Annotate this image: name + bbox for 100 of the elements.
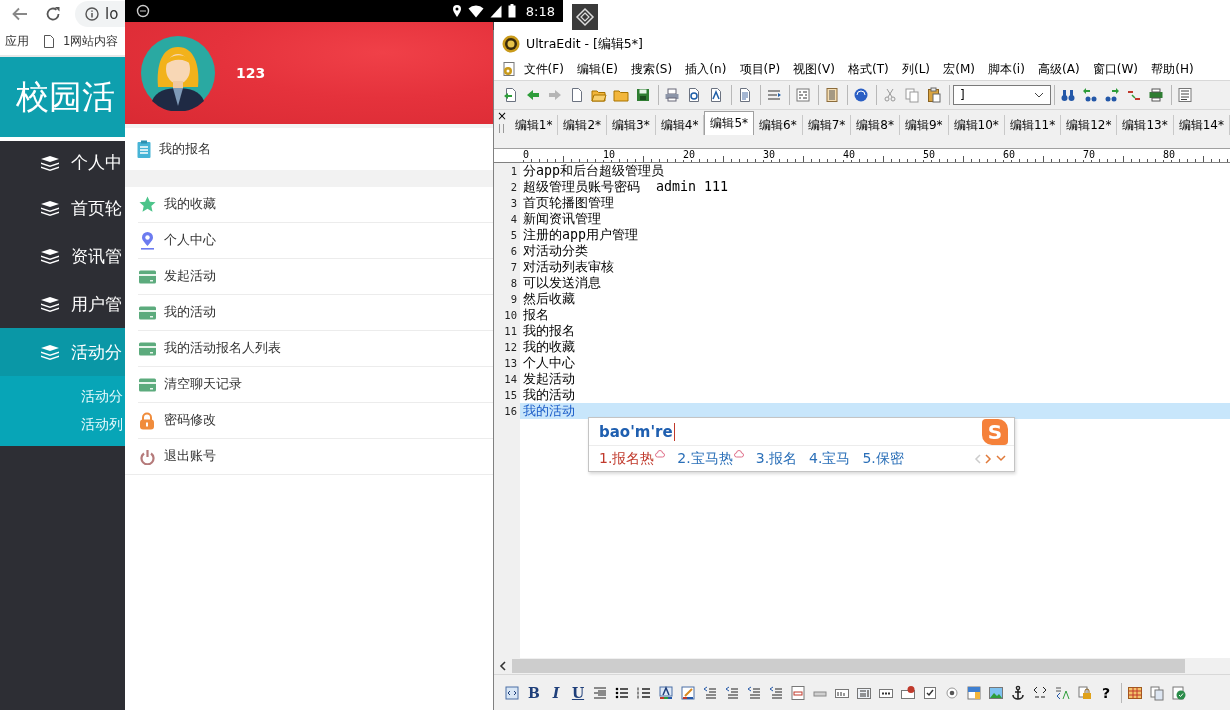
document-icon[interactable] bbox=[708, 87, 724, 103]
menu-item[interactable]: 我的活动 bbox=[164, 304, 216, 321]
line-number: 6 bbox=[510, 244, 517, 259]
menu-item[interactable]: 窗口(W) bbox=[1086, 60, 1145, 78]
pen-icon[interactable] bbox=[680, 684, 696, 701]
candidate[interactable]: 4.宝马 bbox=[809, 449, 851, 468]
panel-icon[interactable] bbox=[966, 684, 982, 701]
font-color-icon[interactable] bbox=[658, 684, 674, 701]
binoculars-arrow-icon[interactable] bbox=[1082, 87, 1098, 103]
back-icon[interactable] bbox=[12, 7, 28, 21]
code-line: 对活动分类 bbox=[523, 243, 588, 258]
candidate[interactable]: 5.保密 bbox=[862, 449, 904, 468]
power-icon bbox=[139, 448, 155, 465]
sidebar-item[interactable]: 首页轮 bbox=[0, 184, 125, 232]
help-button[interactable]: ? bbox=[1096, 681, 1116, 704]
lines-icon[interactable] bbox=[1177, 87, 1193, 103]
gear-document-icon[interactable] bbox=[501, 61, 517, 77]
document-magnifier-icon[interactable] bbox=[686, 87, 702, 103]
menu-item[interactable]: 高级(A) bbox=[1031, 60, 1087, 78]
chevron-down-icon[interactable] bbox=[1034, 92, 1044, 98]
document-icon[interactable] bbox=[737, 87, 753, 103]
reload-icon[interactable] bbox=[45, 6, 61, 22]
folder-icon[interactable] bbox=[591, 87, 607, 103]
cloud-icon bbox=[733, 449, 744, 458]
sidebar-item[interactable]: 个人中 bbox=[0, 141, 125, 184]
document-arrow-icon[interactable] bbox=[503, 87, 519, 103]
save-icon[interactable] bbox=[635, 87, 651, 103]
italic-button[interactable]: I bbox=[546, 681, 566, 704]
indent-icon[interactable] bbox=[768, 684, 784, 701]
radio-icon[interactable] bbox=[944, 684, 960, 701]
line-number: 15 bbox=[504, 388, 517, 403]
indent-icon[interactable] bbox=[724, 684, 740, 701]
bookmark[interactable]: 1网站内容 bbox=[63, 34, 119, 49]
menu-item[interactable]: 格式(T) bbox=[841, 60, 896, 78]
menu-item[interactable]: 视图(V) bbox=[786, 60, 842, 78]
lock-icon[interactable] bbox=[1076, 684, 1092, 701]
menu-item[interactable]: 帮助(H) bbox=[1144, 60, 1201, 78]
sidebar-item[interactable]: 用户管 bbox=[0, 280, 125, 328]
menu-item[interactable]: 列(L) bbox=[895, 60, 937, 78]
globe-icon[interactable] bbox=[853, 87, 869, 103]
underline-button[interactable]: U bbox=[568, 681, 588, 704]
address-field[interactable]: lo bbox=[75, 1, 125, 27]
menu-item[interactable]: 脚本(i) bbox=[981, 60, 1032, 78]
menu-item[interactable]: 清空聊天记录 bbox=[164, 376, 242, 393]
menu-item[interactable]: 我的活动报名人列表 bbox=[164, 340, 281, 357]
binoculars-icon[interactable] bbox=[1060, 87, 1076, 103]
clipboard-icon[interactable] bbox=[926, 87, 942, 103]
stack-icon bbox=[40, 344, 60, 360]
arrow-left-icon[interactable] bbox=[525, 87, 541, 103]
bookmark[interactable]: 应用 bbox=[5, 34, 29, 49]
window-title: UltraEdit - [编辑5*] bbox=[526, 35, 643, 53]
text-field-icon[interactable] bbox=[900, 684, 916, 701]
printer-icon[interactable] bbox=[664, 87, 680, 103]
chevron-right-icon[interactable] bbox=[985, 453, 992, 464]
notepad-icon[interactable] bbox=[824, 87, 840, 103]
stack-icon bbox=[40, 296, 60, 312]
close-button[interactable]: × bbox=[496, 110, 507, 122]
indent-icon[interactable] bbox=[592, 684, 608, 701]
indent-icon[interactable] bbox=[746, 684, 762, 701]
copy-icon[interactable] bbox=[1149, 684, 1165, 701]
menu-item[interactable]: 插入(n) bbox=[678, 60, 733, 78]
indent-icon[interactable] bbox=[702, 684, 718, 701]
anchor-icon[interactable] bbox=[1010, 684, 1026, 701]
menu-item[interactable]: 项目(P) bbox=[732, 60, 787, 78]
grid-document-icon[interactable] bbox=[795, 87, 811, 103]
menu-item[interactable]: 搜索(S) bbox=[624, 60, 679, 78]
scrollbar-thumb[interactable] bbox=[512, 659, 1185, 673]
menu-item[interactable]: 退出账号 bbox=[164, 448, 216, 465]
ruler-number: 60 bbox=[1003, 149, 1017, 160]
folder-icon[interactable] bbox=[613, 87, 629, 103]
document-icon[interactable] bbox=[569, 87, 585, 103]
code-icon[interactable] bbox=[504, 684, 520, 701]
diamond-icon[interactable] bbox=[572, 4, 598, 30]
menu-item[interactable]: 个人中心 bbox=[164, 232, 216, 249]
globe-icon[interactable] bbox=[1171, 684, 1187, 701]
menu-item[interactable]: 我的收藏 bbox=[164, 196, 216, 213]
menu-item[interactable]: 宏(M) bbox=[936, 60, 982, 78]
info-icon[interactable] bbox=[85, 7, 99, 21]
bold-button[interactable]: B bbox=[524, 681, 544, 704]
sidebar-item[interactable]: 活动分 bbox=[0, 328, 125, 376]
candidate[interactable]: 1.报名热 bbox=[599, 449, 655, 468]
tag-icon[interactable] bbox=[1032, 684, 1048, 701]
code-line: 分app和后台超级管理员 bbox=[523, 163, 665, 178]
checkbox-icon[interactable] bbox=[922, 684, 938, 701]
menu-item[interactable]: 发起活动 bbox=[164, 268, 216, 285]
menu-item[interactable]: 编辑(E) bbox=[570, 60, 625, 78]
sidebar-item[interactable]: 资讯管 bbox=[0, 232, 125, 280]
candidate[interactable]: 3.报名 bbox=[755, 449, 798, 468]
menu-item[interactable]: 文件(F) bbox=[517, 60, 571, 78]
find-combobox[interactable]: ] bbox=[953, 85, 1051, 105]
table-icon[interactable] bbox=[1127, 684, 1143, 701]
menu-item[interactable]: 我的报名 bbox=[159, 140, 211, 158]
binoculars-arrow-icon[interactable] bbox=[1104, 87, 1120, 103]
menu-item[interactable]: 密码修改 bbox=[164, 412, 216, 429]
image-icon[interactable] bbox=[988, 684, 1004, 701]
scroll-left-icon[interactable] bbox=[498, 660, 508, 672]
form-icon[interactable] bbox=[790, 684, 806, 701]
printer-icon[interactable] bbox=[1148, 87, 1164, 103]
tab[interactable]: 编辑5* bbox=[704, 111, 755, 135]
candidate[interactable]: 2.宝马热 bbox=[677, 449, 733, 468]
